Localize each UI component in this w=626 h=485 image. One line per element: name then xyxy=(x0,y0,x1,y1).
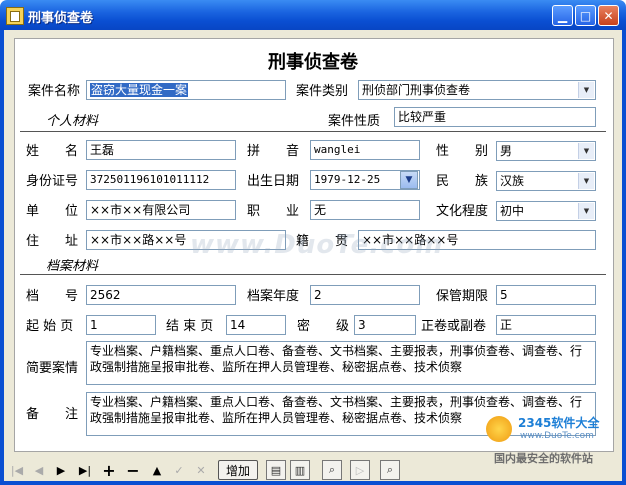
address-label: 住 址 xyxy=(26,234,79,249)
search-icon[interactable]: ⌕ xyxy=(322,460,342,480)
retention-field[interactable]: 5 xyxy=(496,285,596,305)
first-record-icon[interactable]: |◀ xyxy=(6,460,28,480)
add-button[interactable]: 增加 xyxy=(218,460,258,480)
pinyin-label: 拼 音 xyxy=(247,144,300,159)
pinyin-field[interactable]: wanglei xyxy=(310,140,420,160)
play-icon[interactable]: ▷ xyxy=(350,460,370,480)
delete-record-icon[interactable]: − xyxy=(122,460,144,480)
gender-label: 性 别 xyxy=(436,144,489,159)
volume-type-label: 正卷或副卷 xyxy=(421,319,487,334)
secret-level-label: 密 级 xyxy=(297,319,350,334)
case-nature-field[interactable]: 比较严重 xyxy=(394,107,596,127)
cancel-record-icon[interactable]: ✕ xyxy=(190,460,212,480)
last-record-icon[interactable]: ▶| xyxy=(74,460,96,480)
id-number-field[interactable]: 372501196101011112 xyxy=(86,170,236,190)
archive-year-label: 档案年度 xyxy=(247,289,300,304)
dob-label: 出生日期 xyxy=(247,174,300,189)
logo-text: 2345软件大全 xyxy=(518,416,600,430)
archive-year-field[interactable]: 2 xyxy=(310,285,420,305)
case-name-field[interactable]: 盗窃大量现金一案 xyxy=(86,80,286,100)
person-name-field[interactable]: 王磊 xyxy=(86,140,236,160)
close-button[interactable]: ✕ xyxy=(598,5,619,26)
calendar-dropdown-icon[interactable]: ▼ xyxy=(400,171,418,189)
case-name-value: 盗窃大量现金一案 xyxy=(90,83,189,97)
archive-no-label: 档 号 xyxy=(26,289,79,304)
divider xyxy=(20,274,606,276)
chevron-down-icon[interactable]: ▼ xyxy=(578,173,594,189)
logo-emblem-icon xyxy=(486,416,512,442)
gender-value: 男 xyxy=(500,144,513,158)
secret-level-field[interactable]: 3 xyxy=(354,315,416,335)
site-logo: 2345软件大全 www.DuoTe.com 国内最安全的软件站 xyxy=(480,404,620,482)
minimize-button[interactable]: ▁ xyxy=(552,5,573,26)
case-name-label: 案件名称 xyxy=(28,84,81,99)
form-heading: 刑事侦查卷 xyxy=(268,52,358,73)
remarks-label: 备 注 xyxy=(26,407,79,422)
watermark-text: www.DuoTe.com xyxy=(190,230,444,260)
divider xyxy=(20,131,606,133)
end-page-field[interactable]: 14 xyxy=(226,315,286,335)
archive-section-title: 档案材料 xyxy=(46,259,99,274)
start-page-field[interactable]: 1 xyxy=(86,315,156,335)
education-label: 文化程度 xyxy=(436,204,489,219)
start-page-label: 起 始 页 xyxy=(26,319,74,334)
personal-section-title: 个人材料 xyxy=(46,114,99,129)
case-type-dropdown[interactable]: 刑侦部门刑事侦查卷 ▼ xyxy=(358,80,596,100)
post-record-icon[interactable]: ✓ xyxy=(168,460,190,480)
chevron-down-icon[interactable]: ▼ xyxy=(578,143,594,159)
education-value: 初中 xyxy=(500,204,525,218)
summary-label: 简要案情 xyxy=(26,361,79,376)
next-record-icon[interactable]: ▶ xyxy=(50,460,72,480)
logo-url: www.DuoTe.com xyxy=(520,431,594,441)
gender-dropdown[interactable]: 男 ▼ xyxy=(496,141,596,161)
app-icon xyxy=(6,7,24,25)
title-bar[interactable] xyxy=(0,0,626,30)
occupation-field[interactable]: 无 xyxy=(310,200,420,220)
chevron-down-icon[interactable]: ▼ xyxy=(578,82,594,98)
window-title: 刑事侦查卷 xyxy=(28,11,94,26)
find-icon[interactable]: ⌕ xyxy=(380,460,400,480)
volume-type-field[interactable]: 正 xyxy=(496,315,596,335)
employer-label: 单 位 xyxy=(26,204,79,219)
edit-record-icon[interactable]: ▲ xyxy=(146,460,168,480)
ethnicity-label: 民 族 xyxy=(436,174,489,189)
print-icon[interactable]: ▤ xyxy=(266,460,286,480)
print-preview-icon[interactable]: ▥ xyxy=(290,460,310,480)
case-type-value: 刑侦部门刑事侦查卷 xyxy=(362,83,471,97)
case-nature-label: 案件性质 xyxy=(328,114,381,129)
retention-label: 保管期限 xyxy=(436,289,489,304)
archive-no-field[interactable]: 2562 xyxy=(86,285,236,305)
occupation-label: 职 业 xyxy=(247,204,300,219)
summary-textarea[interactable]: 专业档案、户籍档案、重点人口卷、备查卷、文书档案、主要报表，刑事侦查卷、调查卷、… xyxy=(86,341,596,385)
insert-record-icon[interactable]: + xyxy=(98,460,120,480)
end-page-label: 结 束 页 xyxy=(166,319,214,334)
chevron-down-icon[interactable]: ▼ xyxy=(578,203,594,219)
logo-slogan: 国内最安全的软件站 xyxy=(494,452,593,465)
employer-field[interactable]: ××市××有限公司 xyxy=(86,200,236,220)
person-name-label: 姓 名 xyxy=(26,144,79,159)
ethnicity-dropdown[interactable]: 汉族 ▼ xyxy=(496,171,596,191)
prev-record-icon[interactable]: ◀ xyxy=(28,460,50,480)
maximize-button[interactable]: □ xyxy=(575,5,596,26)
case-type-label: 案件类别 xyxy=(296,84,349,99)
ethnicity-value: 汉族 xyxy=(500,174,525,188)
education-dropdown[interactable]: 初中 ▼ xyxy=(496,201,596,221)
id-number-label: 身份证号 xyxy=(26,174,79,189)
